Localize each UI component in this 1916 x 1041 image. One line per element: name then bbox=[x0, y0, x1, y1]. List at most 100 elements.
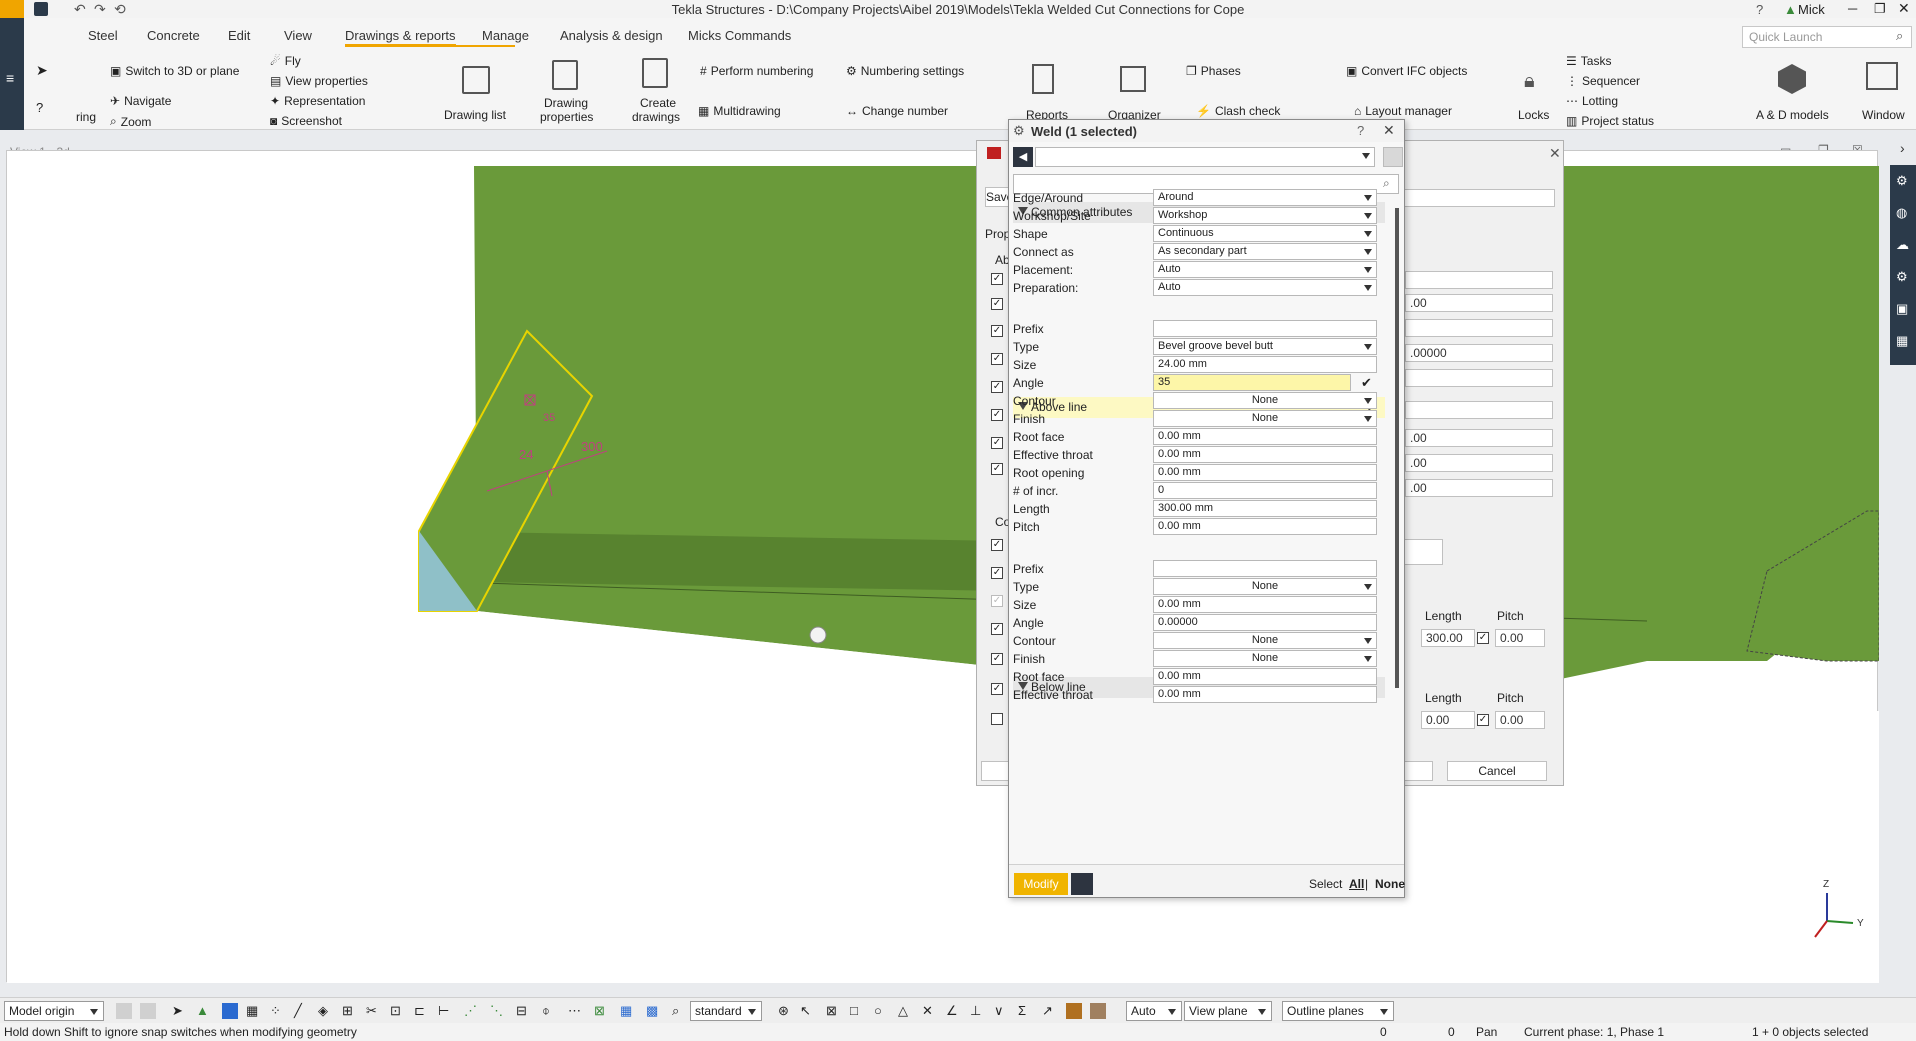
snap-icon[interactable]: ⊢ bbox=[438, 1003, 454, 1019]
help-button[interactable]: ? bbox=[1756, 2, 1763, 17]
dialog-select[interactable] bbox=[1405, 319, 1553, 337]
back-button[interactable]: ◀ bbox=[1013, 147, 1033, 167]
select-icon[interactable]: ➤ bbox=[172, 1003, 188, 1019]
drawing-properties-label-2[interactable]: properties bbox=[540, 110, 593, 124]
weld-field-input[interactable]: 35 bbox=[1153, 374, 1351, 391]
applications-icon[interactable]: ▦ bbox=[1896, 333, 1908, 349]
weld-field-input[interactable]: Workshop bbox=[1153, 207, 1377, 224]
line-icon[interactable]: ╱ bbox=[294, 1003, 310, 1019]
angle-icon[interactable]: ∠ bbox=[946, 1003, 962, 1019]
cloud-icon[interactable]: ☁ bbox=[1896, 237, 1909, 253]
locks-button[interactable]: Locks bbox=[1518, 108, 1549, 122]
window-icon[interactable] bbox=[1866, 62, 1898, 90]
clash-check-button[interactable]: ⚡ Clash check bbox=[1196, 104, 1280, 118]
confirm-checkmark-icon[interactable]: ✔ bbox=[1361, 375, 1372, 391]
model-canvas[interactable]: 24 300 35 Z Y bbox=[7, 151, 1879, 983]
weld-field-input[interactable]: 0.00 mm bbox=[1153, 446, 1377, 463]
outline-planes-select[interactable]: Outline planes bbox=[1282, 1001, 1394, 1021]
pane-scrollbar[interactable] bbox=[1395, 208, 1399, 688]
organizer-icon[interactable] bbox=[1120, 66, 1146, 92]
minimize-button[interactable]: ─ bbox=[1848, 1, 1857, 16]
window-button[interactable]: Window bbox=[1862, 108, 1905, 122]
weld-field-input[interactable] bbox=[1153, 560, 1377, 577]
create-drawings-label-1[interactable]: Create bbox=[640, 96, 676, 110]
weld-field-input[interactable]: 0 bbox=[1153, 482, 1377, 499]
tab-steel[interactable]: Steel bbox=[88, 28, 118, 43]
weld-field-input[interactable]: None bbox=[1153, 578, 1377, 595]
dialog-checkbox[interactable]: ✓ bbox=[991, 539, 1003, 551]
weld-field-input[interactable]: None bbox=[1153, 392, 1377, 409]
dialog-cancel-button[interactable]: Cancel bbox=[1447, 761, 1547, 781]
dialog-checkbox[interactable]: ✓ bbox=[991, 353, 1003, 365]
dialog-field[interactable]: .00 bbox=[1405, 454, 1553, 472]
drawing-properties-icon[interactable] bbox=[552, 60, 578, 90]
snap-depth-select[interactable]: standard bbox=[690, 1001, 762, 1021]
close-button[interactable]: ✕ bbox=[1383, 122, 1395, 139]
perform-numbering-button[interactable]: # Perform numbering bbox=[700, 64, 813, 78]
ring-label[interactable]: ring bbox=[76, 110, 96, 124]
connection-icon[interactable]: ⊡ bbox=[390, 1003, 406, 1019]
dialog-checkbox[interactable]: ✓ bbox=[991, 463, 1003, 475]
snap-line-icon[interactable]: ⋯ bbox=[568, 1003, 584, 1019]
weld-field-input[interactable]: None bbox=[1153, 632, 1377, 649]
weld-field-input[interactable]: 0.00 mm bbox=[1153, 464, 1377, 481]
user-name[interactable]: Mick bbox=[1798, 2, 1825, 17]
dialog-field[interactable]: .00000 bbox=[1405, 344, 1553, 362]
weld-field-input[interactable]: None bbox=[1153, 410, 1377, 427]
screenshot-button[interactable]: ◙ Screenshot bbox=[270, 114, 342, 128]
lock-filter-icon[interactable] bbox=[1090, 1003, 1106, 1019]
help-button[interactable]: ? bbox=[1357, 123, 1364, 138]
modify-button[interactable]: Modify bbox=[1014, 873, 1068, 895]
perpendicular-icon[interactable]: ⊥ bbox=[970, 1003, 986, 1019]
dialog-checkbox[interactable]: ✓ bbox=[991, 325, 1003, 337]
navigate-button[interactable]: ✈ Navigate bbox=[110, 94, 171, 108]
convert-ifc-button[interactable]: ▣ Convert IFC objects bbox=[1346, 64, 1467, 78]
quick-launch-input[interactable]: Quick Launch bbox=[1742, 26, 1912, 48]
arrow-icon[interactable]: ↗ bbox=[1042, 1003, 1058, 1019]
representation-button[interactable]: ✦ Representation bbox=[270, 94, 365, 108]
snap-plane-icon[interactable]: ⌽ bbox=[542, 1003, 558, 1019]
length-input-1[interactable]: 300.00 bbox=[1421, 629, 1475, 647]
weld-field-input[interactable]: 0.00 mm bbox=[1153, 518, 1377, 535]
tab-manage[interactable]: Manage bbox=[482, 28, 529, 43]
snap-end-icon[interactable]: ⋰ bbox=[464, 1003, 480, 1019]
weld-field-input[interactable]: 24.00 mm bbox=[1153, 356, 1377, 373]
pin-icon[interactable] bbox=[1071, 873, 1093, 895]
dialog-ok-button[interactable] bbox=[981, 761, 1011, 781]
tab-edit[interactable]: Edit bbox=[228, 28, 250, 43]
cross-icon[interactable]: ✕ bbox=[922, 1003, 938, 1019]
lock-icon[interactable]: 🔒︎ bbox=[1524, 70, 1535, 93]
menu-icon[interactable]: ≡ bbox=[6, 70, 14, 86]
weld-field-input[interactable]: Around bbox=[1153, 189, 1377, 206]
weld-field-input[interactable]: As secondary part bbox=[1153, 243, 1377, 260]
tasks-button[interactable]: ☰ Tasks bbox=[1566, 54, 1611, 68]
dialog-field[interactable] bbox=[1405, 271, 1553, 289]
snap-free-icon[interactable]: ⌕ bbox=[672, 1003, 688, 1019]
ad-models-button[interactable]: A & D models bbox=[1756, 108, 1829, 122]
create-drawings-icon[interactable] bbox=[642, 58, 668, 88]
snap-override-icon[interactable]: ⊛ bbox=[778, 1003, 794, 1019]
select-none-link[interactable]: None bbox=[1375, 877, 1405, 891]
snap-mid-icon[interactable]: ⋱ bbox=[490, 1003, 506, 1019]
tab-micks-commands[interactable]: Micks Commands bbox=[688, 28, 791, 43]
length-input-2[interactable]: 0.00 bbox=[1421, 711, 1475, 729]
layout-manager-button[interactable]: ⌂ Layout manager bbox=[1354, 104, 1452, 118]
fitting-icon[interactable]: ⊏ bbox=[414, 1003, 430, 1019]
dialog-checkbox[interactable]: ✓ bbox=[991, 437, 1003, 449]
project-status-button[interactable]: ▥ Project status bbox=[1566, 114, 1654, 128]
weld-field-input[interactable]: 0.00 mm bbox=[1153, 668, 1377, 685]
circle-icon[interactable]: ○ bbox=[874, 1003, 890, 1019]
fly-button[interactable]: ☄ Fly bbox=[270, 54, 301, 68]
maximize-button[interactable]: ❐ bbox=[1874, 1, 1886, 17]
search-icon[interactable]: ⌕ bbox=[1896, 28, 1903, 44]
dialog-contour-select[interactable] bbox=[1401, 539, 1443, 565]
snap-edge-icon[interactable]: ⊟ bbox=[516, 1003, 532, 1019]
dialog-preset-input[interactable] bbox=[1397, 189, 1555, 207]
dialog-checkbox[interactable]: ✓ bbox=[991, 273, 1003, 285]
dialog-checkbox[interactable]: ✓ bbox=[991, 653, 1003, 665]
view-plane-select[interactable]: View plane bbox=[1184, 1001, 1272, 1021]
view-properties-button[interactable]: ▤ View properties bbox=[270, 74, 368, 88]
tangent-icon[interactable]: ∨ bbox=[994, 1003, 1010, 1019]
dialog-checkbox[interactable]: ✓ bbox=[991, 683, 1003, 695]
cut-icon[interactable]: ✂ bbox=[366, 1003, 382, 1019]
